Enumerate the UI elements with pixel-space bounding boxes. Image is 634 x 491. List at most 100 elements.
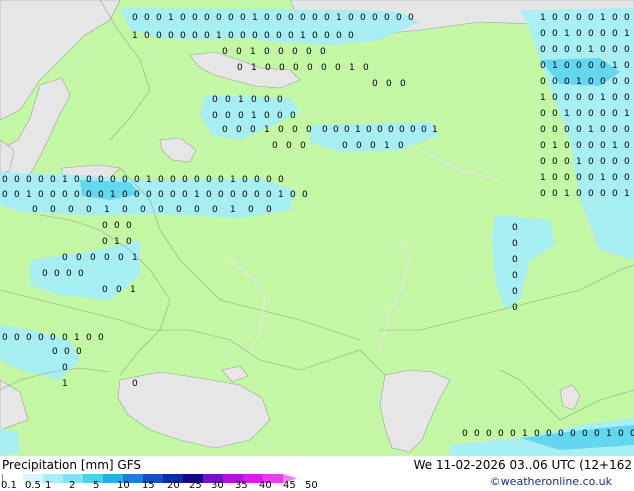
precip-value: 0 (144, 31, 150, 41)
precip-value: 0 (228, 31, 234, 41)
precip-value: 0 (321, 63, 327, 73)
precip-value: 0 (582, 429, 588, 439)
precip-value: 0 (254, 190, 260, 200)
precip-value: 0 (266, 190, 272, 200)
precip-value: 0 (588, 93, 594, 103)
precip-value: 0 (612, 189, 618, 199)
precip-value: 0 (462, 429, 468, 439)
precip-value: 0 (276, 31, 282, 41)
precip-value: 0 (576, 61, 582, 71)
precip-value: 0 (98, 190, 104, 200)
precip-value: 0 (342, 141, 348, 151)
precip-value: 0 (588, 61, 594, 71)
precip-value: 1 (230, 205, 236, 215)
precip-value: 0 (225, 95, 231, 105)
precip-value: 0 (2, 333, 8, 343)
precip-value: 0 (238, 111, 244, 121)
precip-value: 1 (130, 285, 136, 295)
precip-value: 0 (102, 237, 108, 247)
precip-value: 0 (576, 109, 582, 119)
precip-value: 0 (222, 47, 228, 57)
precip-value: 0 (400, 79, 406, 89)
precip-value: 0 (372, 79, 378, 89)
precip-value: 0 (410, 125, 416, 135)
precip-value: 0 (474, 429, 480, 439)
precip-value: 0 (288, 13, 294, 23)
precip-value: 0 (552, 77, 558, 87)
precip-value: 0 (250, 125, 256, 135)
precip-value: 0 (26, 175, 32, 185)
precip-value: 0 (540, 141, 546, 151)
precip-value: 1 (132, 253, 138, 263)
precip-value: 0 (540, 109, 546, 119)
precip-value: 0 (512, 255, 518, 265)
precip-value: 0 (594, 429, 600, 439)
precip-value: 0 (182, 175, 188, 185)
precip-value: 0 (324, 13, 330, 23)
precip-value: 0 (264, 47, 270, 57)
precip-value: 1 (624, 189, 630, 199)
precip-value: 0 (218, 175, 224, 185)
precip-value: 0 (612, 45, 618, 55)
precip-value: 0 (278, 47, 284, 57)
precip-value: 0 (600, 157, 606, 167)
precip-value: 0 (552, 189, 558, 199)
precip-value: 1 (62, 175, 68, 185)
precip-value: 0 (194, 205, 200, 215)
precip-value: 0 (312, 31, 318, 41)
precip-value: 0 (512, 239, 518, 249)
precip-value: 1 (588, 45, 594, 55)
precip-value: 0 (38, 175, 44, 185)
precip-value: 0 (110, 175, 116, 185)
precip-value: 0 (180, 31, 186, 41)
precip-value: 0 (156, 13, 162, 23)
precip-value: 0 (62, 333, 68, 343)
precip-value: 0 (14, 333, 20, 343)
precip-value: 0 (600, 45, 606, 55)
precip-value: 0 (62, 190, 68, 200)
color-scale-tick-label: 0.1 (1, 480, 17, 491)
precip-value: 0 (372, 13, 378, 23)
precip-value: 0 (278, 125, 284, 135)
precip-value: 0 (552, 29, 558, 39)
precip-value: 0 (399, 125, 405, 135)
precip-value: 0 (564, 125, 570, 135)
precip-value: 0 (486, 429, 492, 439)
precip-value: 0 (510, 429, 516, 439)
precip-value: 0 (170, 190, 176, 200)
precip-value: 0 (540, 45, 546, 55)
precip-value: 0 (624, 13, 630, 23)
precip-value: 0 (552, 157, 558, 167)
precip-value: 0 (624, 45, 630, 55)
precip-value: 0 (564, 93, 570, 103)
precip-value: 1 (230, 175, 236, 185)
precip-value: 0 (50, 333, 56, 343)
precip-value: 0 (348, 13, 354, 23)
precip-value: 1 (349, 63, 355, 73)
precip-value: 0 (300, 13, 306, 23)
precip-value: 0 (552, 13, 558, 23)
precip-value: 0 (512, 303, 518, 313)
precip-value: 0 (50, 175, 56, 185)
precip-value: 0 (236, 125, 242, 135)
precip-value: 0 (576, 173, 582, 183)
precip-value: 0 (206, 175, 212, 185)
precip-value: 0 (600, 109, 606, 119)
precip-value: 0 (558, 429, 564, 439)
precip-value: 0 (564, 61, 570, 71)
color-scale-tick-label: 2 (69, 480, 76, 491)
precip-value: 0 (377, 125, 383, 135)
precip-value: 1 (600, 13, 606, 23)
color-scale-tick-label: 40 (259, 480, 272, 491)
precip-value: 0 (122, 205, 128, 215)
precip-value: 0 (86, 333, 92, 343)
precip-value: 0 (398, 141, 404, 151)
precip-value: 0 (236, 47, 242, 57)
precip-value: 1 (540, 173, 546, 183)
precip-value: 0 (78, 269, 84, 279)
precip-value: 0 (322, 125, 328, 135)
precip-value: 0 (564, 45, 570, 55)
precip-value: 0 (116, 285, 122, 295)
precip-value: 0 (612, 13, 618, 23)
precip-value: 0 (252, 31, 258, 41)
